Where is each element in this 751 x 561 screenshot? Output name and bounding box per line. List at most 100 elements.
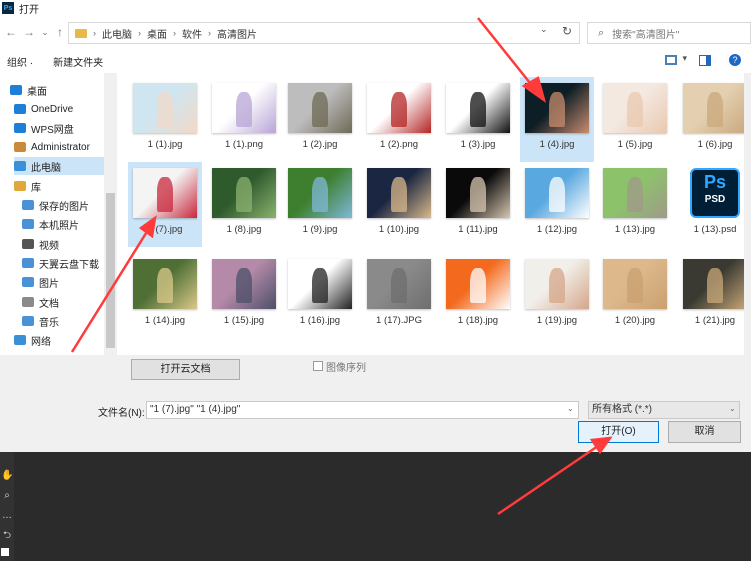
cancel-button[interactable]: 取消 bbox=[668, 421, 741, 443]
file-thumbnail bbox=[603, 259, 667, 309]
view-options-icon[interactable] bbox=[665, 55, 677, 65]
up-arrow-icon[interactable]: ↑ bbox=[52, 24, 68, 40]
file-item[interactable]: 1 (16).jpg bbox=[283, 253, 357, 338]
sidebar-item-0[interactable]: 桌面 bbox=[10, 81, 47, 99]
pictures-icon bbox=[22, 219, 34, 229]
sidebar-item-13[interactable]: 网络 bbox=[14, 331, 51, 349]
swap-colors-icon[interactable]: ⮌ bbox=[1, 530, 13, 542]
foreground-color-swatch[interactable] bbox=[1, 548, 9, 556]
file-type-dropdown-icon[interactable]: ⌄ bbox=[729, 404, 736, 413]
thumbnail-subject bbox=[549, 92, 565, 127]
thumbnail-subject bbox=[627, 268, 643, 303]
sidebar-item-4[interactable]: 此电脑 bbox=[14, 157, 114, 175]
sidebar-item-5[interactable]: 库 bbox=[14, 177, 41, 195]
view-dropdown-icon[interactable]: ▾ bbox=[682, 53, 687, 64]
sidebar-item-label: 库 bbox=[31, 182, 41, 194]
file-thumbnail bbox=[367, 83, 431, 133]
recent-dropdown-icon[interactable]: ⌄ bbox=[37, 24, 53, 40]
sidebar-scroll-thumb[interactable] bbox=[106, 193, 115, 348]
file-type-select[interactable]: 所有格式 (*.*) bbox=[588, 401, 740, 419]
chevron-right-icon: › bbox=[173, 28, 176, 38]
sidebar-item-12[interactable]: 音乐 bbox=[22, 312, 59, 330]
sidebar-item-10[interactable]: 图片 bbox=[22, 273, 59, 291]
open-cloud-document-button[interactable]: 打开云文档 bbox=[131, 359, 240, 380]
filename-dropdown-icon[interactable]: ⌄ bbox=[567, 404, 574, 413]
new-folder-button[interactable]: 新建文件夹 bbox=[53, 54, 103, 69]
file-item[interactable]: 1 (21).jpg bbox=[678, 253, 751, 338]
file-thumbnail bbox=[133, 83, 197, 133]
address-dropdown-icon[interactable]: ⌄ bbox=[540, 24, 548, 35]
file-item[interactable]: 1 (13).jpg bbox=[598, 162, 672, 247]
breadcrumb-this-pc[interactable]: 此电脑 bbox=[102, 26, 132, 41]
file-item[interactable]: 1 (14).jpg bbox=[128, 253, 202, 338]
file-item[interactable]: 1 (1).jpg bbox=[128, 77, 202, 162]
sidebar-scrollbar[interactable] bbox=[104, 73, 117, 355]
file-item[interactable]: 1 (8).jpg bbox=[207, 162, 281, 247]
network-icon bbox=[14, 335, 26, 345]
organize-button[interactable]: 组织 · bbox=[7, 54, 33, 69]
file-item[interactable]: 1 (18).jpg bbox=[441, 253, 515, 338]
help-icon[interactable]: ? bbox=[729, 54, 741, 66]
chevron-right-icon: › bbox=[138, 28, 141, 38]
file-item[interactable]: 1 (4).jpg bbox=[520, 77, 594, 162]
breadcrumb-hd-images[interactable]: 高清图片 bbox=[217, 26, 257, 41]
refresh-icon[interactable]: ↻ bbox=[562, 24, 572, 38]
computer-icon bbox=[14, 161, 26, 171]
sidebar-item-label: 文档 bbox=[39, 298, 59, 310]
file-item[interactable]: 1 (19).jpg bbox=[520, 253, 594, 338]
file-item[interactable]: 1 (5).jpg bbox=[598, 77, 672, 162]
file-item[interactable]: 1 (7).jpg bbox=[128, 162, 202, 247]
file-item[interactable]: 1 (1).png bbox=[207, 77, 281, 162]
sidebar-item-6[interactable]: 保存的图片 bbox=[22, 196, 89, 214]
file-thumbnail bbox=[525, 83, 589, 133]
breadcrumb-software[interactable]: 软件 bbox=[182, 26, 202, 41]
file-item[interactable]: 1 (3).jpg bbox=[441, 77, 515, 162]
sidebar-item-7[interactable]: 本机照片 bbox=[22, 215, 79, 233]
file-item[interactable]: 1 (11).jpg bbox=[441, 162, 515, 247]
file-name: 1 (2).jpg bbox=[302, 139, 338, 150]
file-item[interactable]: 1 (6).jpg bbox=[678, 77, 751, 162]
file-item[interactable]: 1 (9).jpg bbox=[283, 162, 357, 247]
library-icon bbox=[14, 181, 26, 191]
file-item[interactable]: 1 (2).png bbox=[362, 77, 436, 162]
sidebar-item-11[interactable]: 文档 bbox=[22, 293, 59, 311]
file-item[interactable]: 1 (20).jpg bbox=[598, 253, 672, 338]
thumbnail-subject bbox=[236, 268, 252, 303]
command-toolbar: 组织 · 新建文件夹 ▾ ? bbox=[0, 50, 751, 72]
filename-field[interactable]: "1 (7).jpg" "1 (4).jpg" bbox=[146, 401, 579, 419]
file-thumbnail bbox=[683, 259, 747, 309]
open-button[interactable]: 打开(O) bbox=[578, 421, 659, 443]
file-item[interactable]: 1 (12).jpg bbox=[520, 162, 594, 247]
more-tools-icon[interactable]: … bbox=[1, 510, 13, 522]
file-thumbnail bbox=[603, 168, 667, 218]
sidebar-item-8[interactable]: 视频 bbox=[22, 235, 59, 253]
window-title: 打开 bbox=[19, 4, 39, 16]
address-bar[interactable]: › 此电脑 › 桌面 › 软件 › 高清图片 bbox=[68, 22, 580, 44]
file-item[interactable]: 1 (17).JPG bbox=[362, 253, 436, 338]
breadcrumb-desktop[interactable]: 桌面 bbox=[147, 26, 167, 41]
forward-arrow-icon[interactable]: → bbox=[21, 24, 37, 40]
thumbnail-subject bbox=[707, 268, 723, 303]
file-item[interactable]: Ps PSD 1 (13).psd bbox=[678, 162, 751, 247]
thumbnail-subject bbox=[312, 268, 328, 303]
sidebar-item-label: 保存的图片 bbox=[39, 201, 89, 213]
file-thumbnail bbox=[288, 168, 352, 218]
zoom-tool-icon[interactable]: ⌕ bbox=[1, 490, 13, 502]
file-item[interactable]: 1 (10).jpg bbox=[362, 162, 436, 247]
sidebar-item-2[interactable]: WPS网盘 bbox=[14, 119, 74, 137]
grid-scrollbar[interactable] bbox=[744, 73, 751, 355]
sidebar-item-1[interactable]: OneDrive bbox=[14, 100, 73, 118]
back-arrow-icon[interactable]: ← bbox=[3, 24, 19, 40]
thumbnail-subject bbox=[157, 268, 173, 303]
image-sequence-checkbox[interactable] bbox=[313, 361, 323, 371]
file-name: 1 (1).png bbox=[224, 139, 264, 150]
sidebar-item-3[interactable]: Administrator bbox=[14, 138, 90, 156]
hand-tool-icon[interactable]: ✋ bbox=[1, 470, 13, 482]
file-item[interactable]: 1 (15).jpg bbox=[207, 253, 281, 338]
search-input[interactable]: ⌕ 搜索"高清图片" bbox=[587, 22, 751, 44]
sidebar-item-9[interactable]: 天翼云盘下载 bbox=[22, 254, 99, 272]
photoshop-toolbar: ✋ ⌕ … ⮌ bbox=[0, 452, 14, 561]
preview-pane-icon[interactable] bbox=[699, 55, 711, 66]
file-item[interactable]: 1 (2).jpg bbox=[283, 77, 357, 162]
file-name: 1 (20).jpg bbox=[614, 315, 656, 326]
